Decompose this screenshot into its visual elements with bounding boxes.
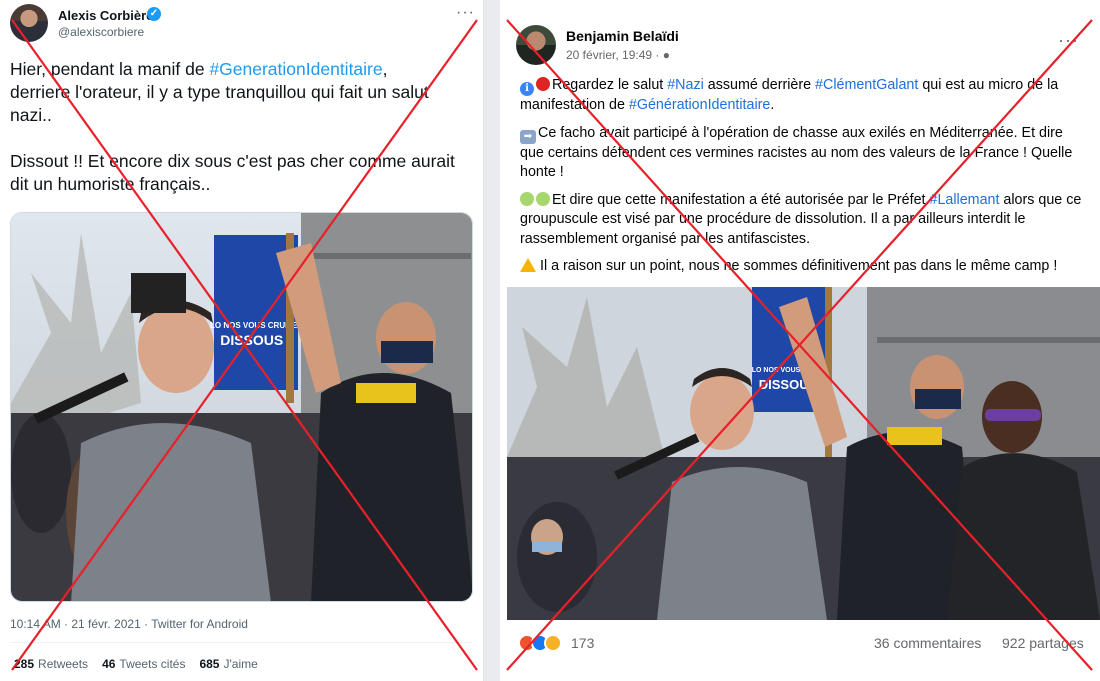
post-paragraph-1: i Regardez le salut #Nazi assumé derrière… (520, 76, 1090, 116)
post-date-text: 20 février, 19:49 · (566, 48, 663, 62)
post-text: i Regardez le salut #Nazi assumé derrière… (520, 76, 1090, 285)
hashtag-link[interactable]: #Nazi (667, 77, 704, 93)
hashtag-link[interactable]: #ClémentGalant (815, 77, 918, 93)
tweet-text-start: Hier, pendant la manif de (10, 59, 210, 79)
text: . (770, 97, 775, 113)
text: Et dire que cette manifestation a été au… (552, 191, 930, 208)
post-paragraph-2: ➡ Ce facho avait participé à l'opération … (520, 124, 1090, 183)
reaction-count: 173 (571, 635, 595, 651)
globe-icon: ● (662, 48, 670, 62)
retweets-count: 285 (14, 657, 35, 671)
info-emoji-icon: i (520, 82, 534, 96)
post-date[interactable]: 20 février, 19:49 · ● (566, 48, 670, 62)
reactions-summary[interactable]: 173 (518, 634, 594, 652)
quotes-label: Tweets cités (119, 657, 186, 671)
author-avatar[interactable] (516, 25, 556, 65)
nauseated-face-emoji-icon (536, 191, 550, 206)
quotes-stat[interactable]: 46 Tweets cités (102, 657, 185, 671)
verified-badge-icon: ✓ (147, 7, 161, 21)
text: assumé derrière (703, 77, 816, 93)
post-photo[interactable]: LO NOS VOUS CRUMEZ DISSOUS ! (507, 287, 1100, 620)
warning-emoji-icon (520, 258, 536, 272)
hashtag-link[interactable]: #Lallemant (930, 192, 1000, 208)
tweet-author-name[interactable]: Alexis Corbière (58, 8, 153, 23)
tweet-meta: 10:14 AM · 21 févr. 2021 · Twitter for A… (10, 617, 248, 631)
text: Il a raison sur un point, nous ne sommes… (540, 258, 1058, 274)
likes-stat[interactable]: 685 J'aime (199, 657, 257, 671)
wow-reaction-icon (544, 634, 562, 652)
tweet-author-handle[interactable]: @alexiscorbiere (58, 25, 144, 39)
hashtag-link[interactable]: #GénérationIdentitaire (629, 97, 770, 113)
tweet-text: Hier, pendant la manif de #GenerationIde… (10, 58, 472, 196)
hashtag-link[interactable]: #GenerationIdentitaire (209, 59, 382, 79)
likes-label: J'aime (223, 657, 258, 671)
arrow-emoji-icon: ➡ (520, 129, 536, 144)
tweet-photo[interactable]: LO NOS VOUS CRUMEZ DISSOUS ! (10, 212, 473, 602)
tweet-text-rest: , derriere l'orateur, il y a type tranqu… (10, 59, 455, 194)
likes-count: 685 (199, 657, 220, 671)
tweet-timestamp[interactable]: 10:14 AM · 21 févr. 2021 · (10, 617, 151, 631)
red-circle-emoji-icon (536, 77, 550, 91)
more-options-icon[interactable]: ··· (456, 4, 475, 22)
comments-count[interactable]: 36 commentaires (874, 635, 981, 651)
tweet-card: Alexis Corbière ✓ @alexiscorbiere ··· Hi… (0, 0, 484, 681)
tweet-source[interactable]: Twitter for Android (151, 617, 248, 631)
retweets-stat[interactable]: 285 Retweets (14, 657, 88, 671)
post-paragraph-3: Et dire que cette manifestation a été au… (520, 191, 1090, 250)
retweets-label: Retweets (38, 657, 89, 671)
post-author-name[interactable]: Benjamin Belaïdi (566, 28, 679, 44)
svg-text:DISSOUS !: DISSOUS ! (220, 332, 292, 348)
text: Ce facho avait participé à l'opération d… (520, 124, 1073, 181)
author-avatar[interactable] (10, 4, 48, 42)
divider (10, 642, 473, 643)
tweet-stats: 285 Retweets 46 Tweets cités 685 J'aime (14, 657, 258, 671)
quotes-count: 46 (102, 657, 116, 671)
shares-count[interactable]: 922 partages (1002, 635, 1084, 651)
facebook-post: Benjamin Belaïdi 20 février, 19:49 · ● ·… (500, 0, 1100, 681)
sick-face-emoji-icon (520, 191, 534, 206)
text: Regardez le salut (552, 77, 668, 93)
post-paragraph-4: Il a raison sur un point, nous ne sommes… (520, 257, 1090, 277)
more-options-icon[interactable]: ··· (1058, 30, 1079, 51)
